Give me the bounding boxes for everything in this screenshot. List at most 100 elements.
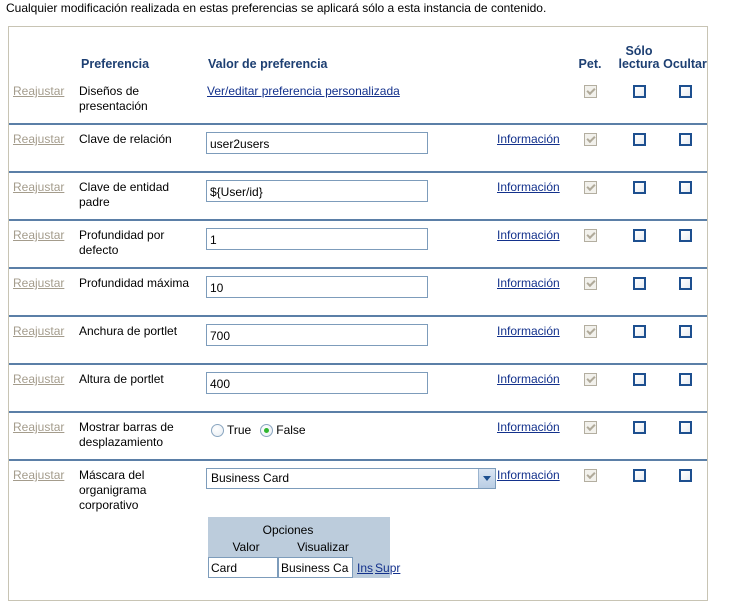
- cell-value: Ver/editar preferencia personalizada: [205, 77, 497, 124]
- radio-true[interactable]: [211, 423, 224, 437]
- cell-preference-name: Anchura de portlet: [77, 315, 205, 364]
- table-header: Preferencia Valor de preferencia Pet. Só…: [9, 27, 707, 77]
- preference-name: Diseños de presentación: [79, 84, 148, 113]
- readonly-checkbox[interactable]: [632, 469, 646, 483]
- table-row: Reajustar Mostrar barras de desplazamien…: [9, 411, 707, 460]
- cell-preference-name: Diseños de presentación: [77, 77, 205, 124]
- cell-reset: Reajustar: [9, 411, 77, 460]
- preference-value-input[interactable]: [206, 324, 428, 346]
- cell-readonly: [615, 77, 663, 124]
- pet-checkbox[interactable]: [583, 469, 597, 483]
- reset-link[interactable]: Reajustar: [13, 420, 64, 434]
- cell-hidden: [663, 171, 707, 220]
- hidden-checkbox[interactable]: [678, 85, 692, 99]
- pet-checkbox[interactable]: [583, 325, 597, 339]
- pet-checkbox[interactable]: [583, 229, 597, 243]
- info-link[interactable]: Información: [497, 132, 560, 146]
- reset-link[interactable]: Reajustar: [13, 276, 64, 290]
- preference-name: Máscara del organigrama corporativo: [79, 468, 147, 512]
- preference-value-input[interactable]: [206, 180, 428, 202]
- pet-checkbox[interactable]: [583, 181, 597, 195]
- cell-pet: [565, 411, 615, 460]
- insert-option-link[interactable]: Ins: [357, 561, 373, 575]
- header-hidden: Ocultar: [663, 57, 707, 71]
- reset-link[interactable]: Reajustar: [13, 372, 64, 386]
- cell-preference-name: Mostrar barras de desplazamiento: [77, 411, 205, 460]
- cell-info: Información: [497, 219, 565, 268]
- cell-pet: [565, 123, 615, 172]
- table-row: Reajustar Clave de entidad padre Informa…: [9, 171, 707, 220]
- cell-pet: [565, 77, 615, 124]
- reset-link[interactable]: Reajustar: [13, 84, 64, 98]
- cell-info: Información: [497, 171, 565, 220]
- cell-reset: Reajustar: [9, 315, 77, 364]
- cell-reset: Reajustar: [9, 267, 77, 316]
- option-display-input[interactable]: [278, 557, 353, 578]
- delete-option-link[interactable]: Supr: [375, 561, 400, 575]
- pet-checkbox[interactable]: [583, 277, 597, 291]
- options-row: InsSupr: [208, 557, 400, 578]
- cell-readonly: [615, 267, 663, 316]
- cell-hidden: [663, 77, 707, 124]
- table-body: Reajustar Diseños de presentación Ver/ed…: [9, 77, 707, 513]
- readonly-checkbox[interactable]: [632, 133, 646, 147]
- edit-custom-preference-link[interactable]: Ver/editar preferencia personalizada: [207, 84, 400, 98]
- cell-value: [205, 123, 497, 172]
- hidden-checkbox[interactable]: [678, 229, 692, 243]
- info-link[interactable]: Información: [497, 324, 560, 338]
- preference-name: Anchura de portlet: [79, 324, 178, 338]
- cell-info: [497, 77, 565, 124]
- readonly-checkbox[interactable]: [632, 277, 646, 291]
- cell-value: [205, 363, 497, 412]
- info-link[interactable]: Información: [497, 180, 560, 194]
- cell-reset: Reajustar: [9, 123, 77, 172]
- readonly-checkbox[interactable]: [632, 181, 646, 195]
- cell-info: Información: [497, 267, 565, 316]
- info-link[interactable]: Información: [497, 228, 560, 242]
- preference-value-input[interactable]: [206, 132, 428, 154]
- option-value-input[interactable]: [208, 557, 278, 578]
- info-link[interactable]: Información: [497, 420, 560, 434]
- header-readonly-line1: Sólo: [625, 44, 653, 58]
- reset-link[interactable]: Reajustar: [13, 228, 64, 242]
- mask-select-value: Business Card: [211, 471, 290, 485]
- readonly-checkbox[interactable]: [632, 325, 646, 339]
- readonly-checkbox[interactable]: [632, 373, 646, 387]
- reset-link[interactable]: Reajustar: [13, 468, 64, 482]
- hidden-checkbox[interactable]: [678, 277, 692, 291]
- readonly-checkbox[interactable]: [632, 85, 646, 99]
- pet-checkbox[interactable]: [583, 421, 597, 435]
- radio-false[interactable]: [260, 423, 274, 437]
- options-panel: Opciones Valor Visualizar InsSupr: [208, 517, 400, 578]
- cell-readonly: [615, 459, 663, 513]
- info-link[interactable]: Información: [497, 276, 560, 290]
- hidden-checkbox[interactable]: [678, 133, 692, 147]
- cell-preference-name: Profundidad por defecto: [77, 219, 205, 268]
- readonly-checkbox[interactable]: [632, 229, 646, 243]
- options-subheader: Valor Visualizar: [208, 540, 390, 557]
- header-readonly-line2: lectura: [618, 57, 660, 71]
- preference-name: Mostrar barras de desplazamiento: [79, 420, 174, 449]
- preference-value-input[interactable]: [206, 372, 428, 394]
- reset-link[interactable]: Reajustar: [13, 180, 64, 194]
- pet-checkbox[interactable]: [583, 133, 597, 147]
- hidden-checkbox[interactable]: [678, 469, 692, 483]
- info-link[interactable]: Información: [497, 468, 560, 482]
- cell-value: True False: [205, 411, 497, 460]
- hidden-checkbox[interactable]: [678, 421, 692, 435]
- preference-value-input[interactable]: [206, 276, 428, 298]
- hidden-checkbox[interactable]: [678, 325, 692, 339]
- info-link[interactable]: Información: [497, 372, 560, 386]
- chevron-down-icon[interactable]: [478, 469, 495, 488]
- table-row: Reajustar Altura de portlet Información: [9, 363, 707, 412]
- hidden-checkbox[interactable]: [678, 181, 692, 195]
- hidden-checkbox[interactable]: [678, 373, 692, 387]
- mask-select[interactable]: Business Card: [206, 468, 496, 489]
- pet-checkbox[interactable]: [583, 85, 597, 99]
- readonly-checkbox[interactable]: [632, 421, 646, 435]
- cell-info: Información: [497, 363, 565, 412]
- reset-link[interactable]: Reajustar: [13, 324, 64, 338]
- preference-value-input[interactable]: [206, 228, 428, 250]
- pet-checkbox[interactable]: [583, 373, 597, 387]
- reset-link[interactable]: Reajustar: [13, 132, 64, 146]
